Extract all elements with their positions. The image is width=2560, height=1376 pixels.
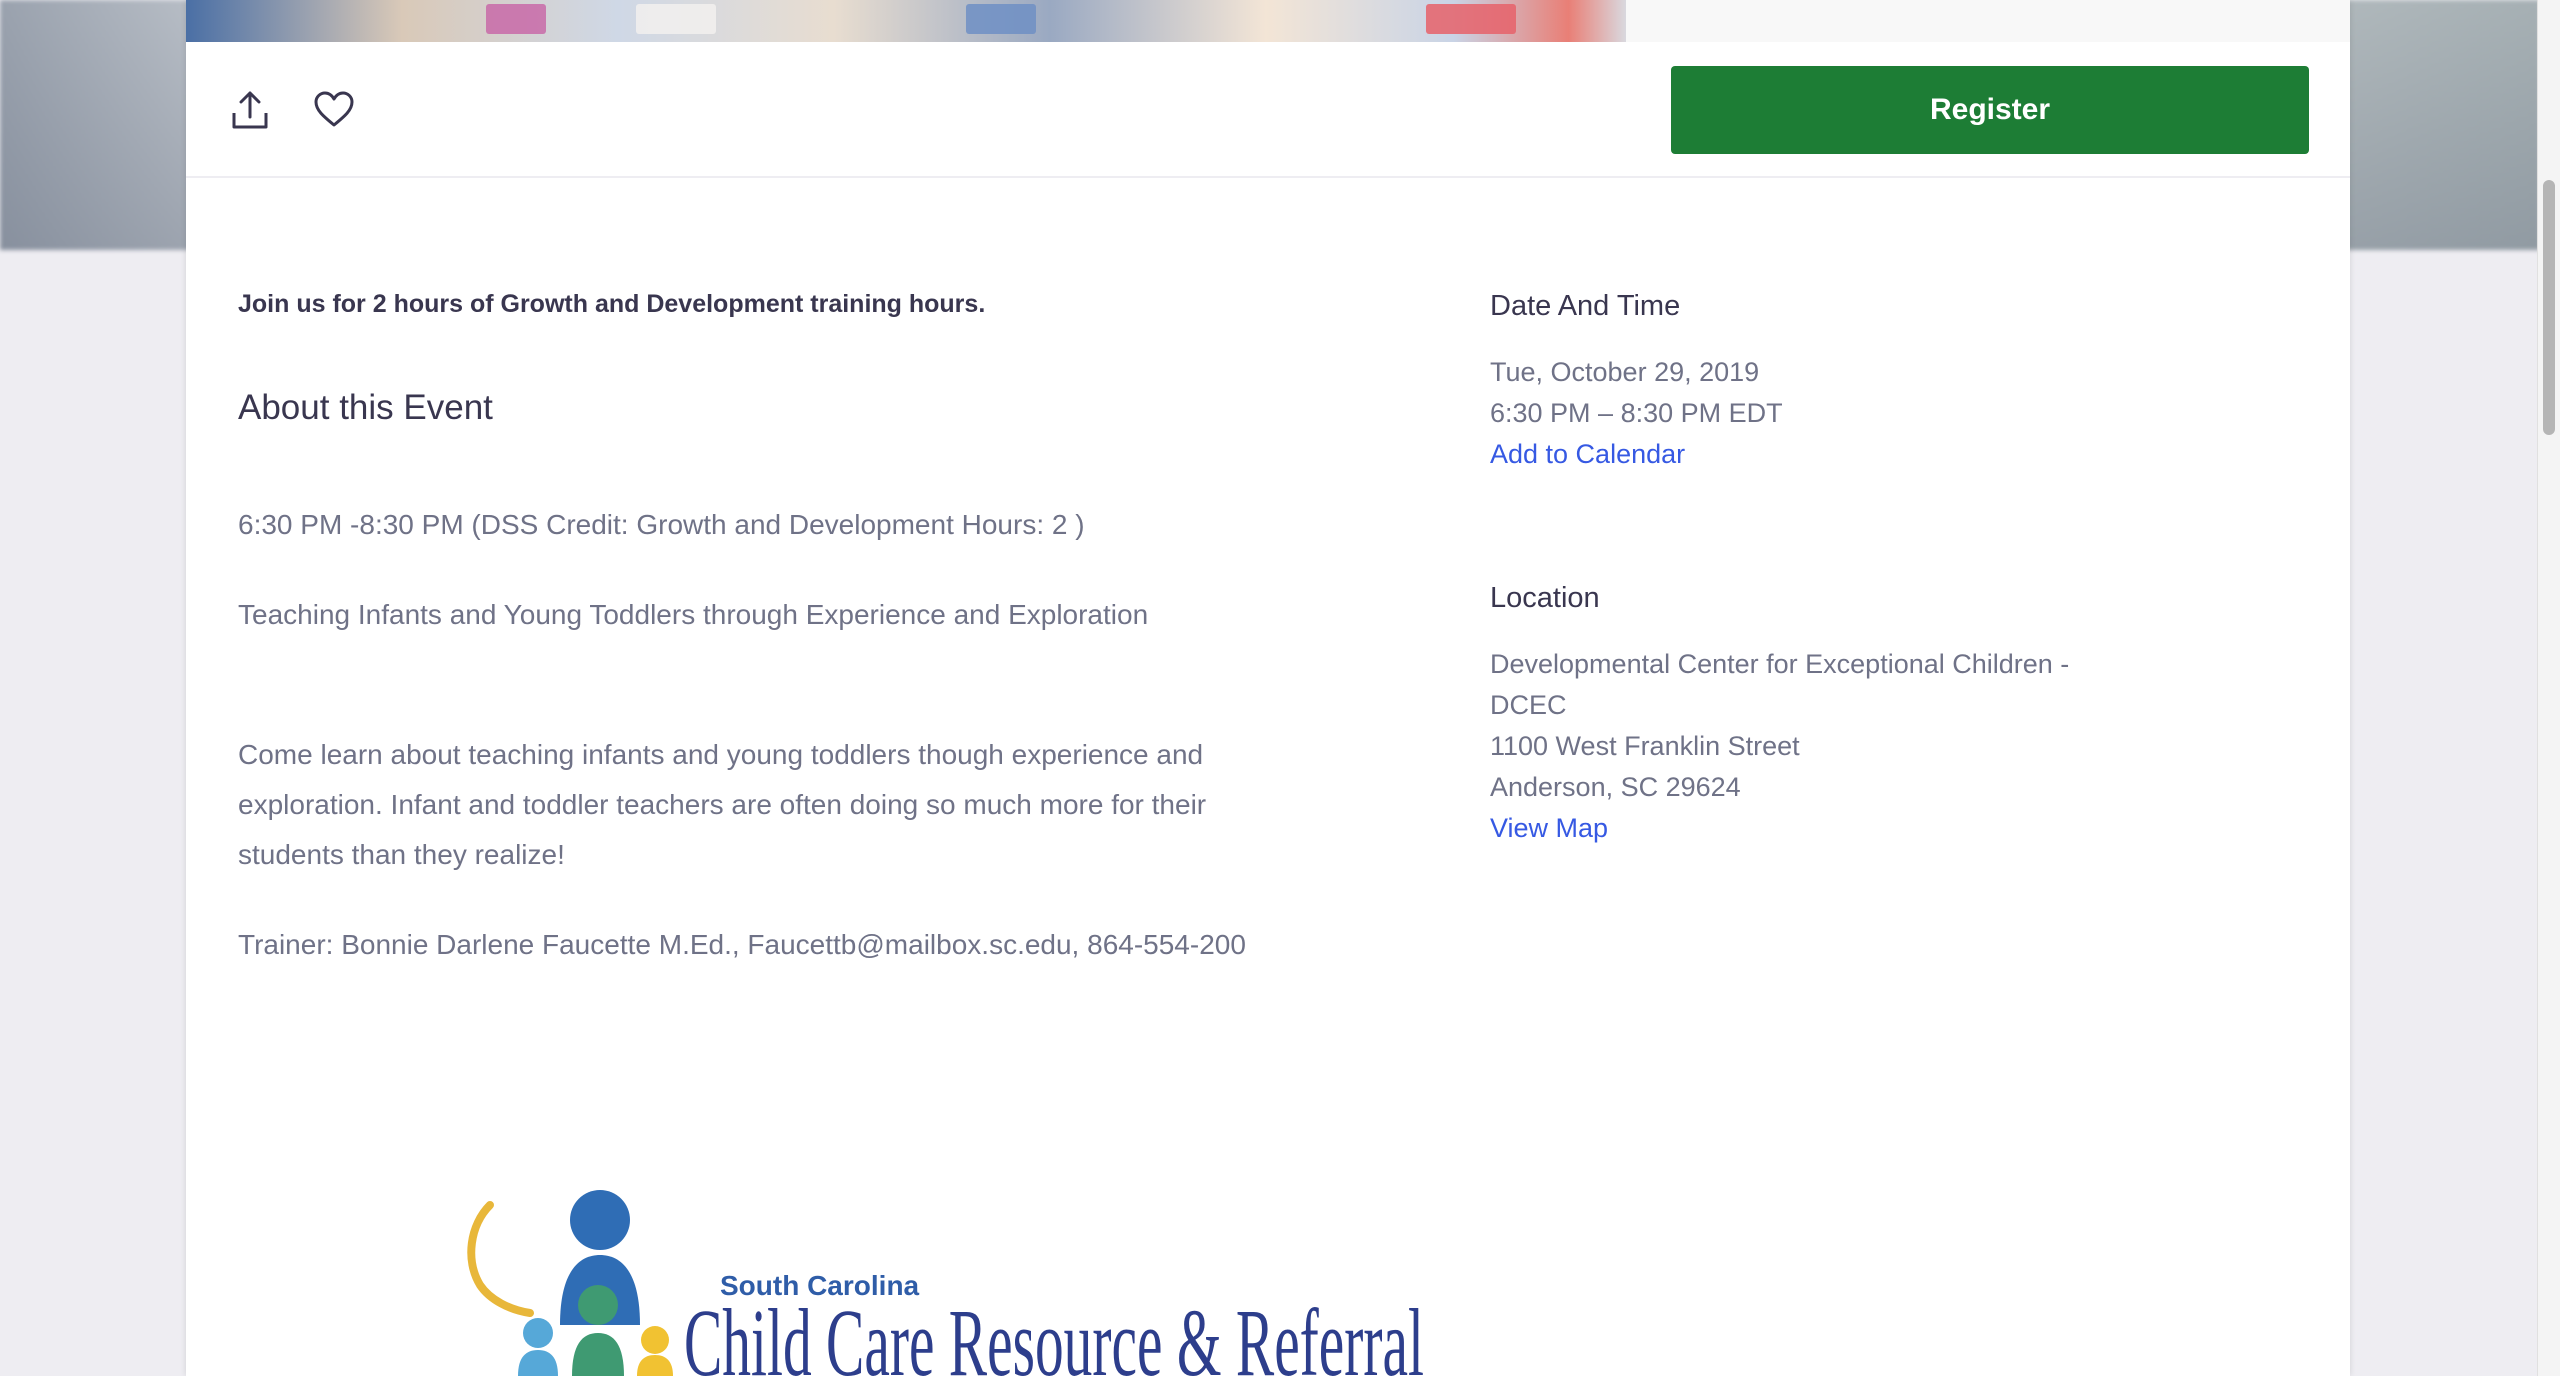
description-paragraph: Trainer: Bonnie Darlene Faucette M.Ed., …	[238, 929, 1246, 960]
scrollbar[interactable]	[2537, 0, 2560, 1376]
event-date: Tue, October 29, 2019	[1490, 357, 1760, 387]
location-block: Developmental Center for Exceptional Chi…	[1490, 644, 2080, 849]
logo-name-text: Child Care Resource & Referral	[684, 1289, 1424, 1376]
event-hero-image	[186, 0, 1626, 42]
share-icon[interactable]	[226, 86, 274, 134]
date-time-block: Tue, October 29, 2019 6:30 PM – 8:30 PM …	[1490, 352, 2110, 475]
about-heading: About this Event	[238, 388, 493, 427]
register-button[interactable]: Register	[1671, 66, 2309, 154]
add-to-calendar-link[interactable]: Add to Calendar	[1490, 434, 2110, 475]
location-heading: Location	[1490, 582, 1600, 614]
hero-side-area	[1626, 0, 2350, 42]
view-map-link[interactable]: View Map	[1490, 808, 2080, 849]
description-paragraph: Teaching Infants and Young Toddlers thro…	[238, 599, 1149, 630]
action-bar: Register	[186, 42, 2350, 178]
venue-name: Developmental Center for Exceptional Chi…	[1490, 649, 2070, 720]
event-time: 6:30 PM – 8:30 PM EDT	[1490, 398, 1783, 428]
event-summary: Join us for 2 hours of Growth and Develo…	[238, 290, 986, 318]
description-paragraph: Come learn about teaching infants and yo…	[238, 739, 1207, 870]
city-state-zip: Anderson, SC 29624	[1490, 772, 1741, 802]
heart-icon[interactable]	[310, 86, 358, 134]
date-time-heading: Date And Time	[1490, 290, 1681, 322]
ccrr-logo: South Carolina Child Care Resource & Ref…	[280, 1175, 1460, 1376]
street-address: 1100 West Franklin Street	[1490, 731, 1800, 761]
scrollbar-thumb[interactable]	[2543, 180, 2555, 435]
description-paragraph: 6:30 PM -8:30 PM (DSS Credit: Growth and…	[238, 509, 1085, 540]
